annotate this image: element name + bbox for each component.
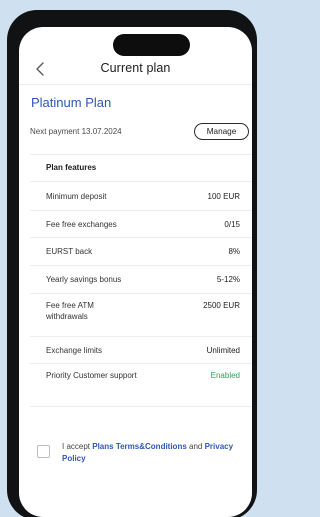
terms-conditions-link[interactable]: Plans Terms&Conditions — [92, 442, 187, 451]
dynamic-island — [113, 34, 190, 56]
app-header: Current plan — [19, 59, 252, 79]
feature-label: Fee free ATM withdrawals — [46, 301, 94, 321]
feature-value: 8% — [228, 247, 240, 256]
feature-row-minimum-deposit: Minimum deposit 100 EUR — [30, 182, 252, 211]
header-divider — [19, 84, 252, 85]
feature-row-exchange-limits: Exchange limits Unlimited — [30, 337, 252, 364]
terms-middle: and — [186, 442, 205, 451]
feature-value: 5-12% — [216, 275, 240, 284]
feature-row-eurst-back: EURST back 8% — [30, 238, 252, 266]
feature-label: Minimum deposit — [46, 192, 107, 201]
feature-value: 0/15 — [224, 220, 240, 229]
manage-button[interactable]: Manage — [194, 123, 249, 140]
terms-prefix: I accept — [62, 442, 93, 451]
phone-frame: Current plan Platinum Plan Next payment … — [7, 10, 257, 517]
feature-row-fee-free-atm: Fee free ATM withdrawals 2500 EUR — [30, 294, 252, 337]
terms-checkbox[interactable] — [37, 445, 50, 458]
app-screen: Current plan Platinum Plan Next payment … — [19, 27, 252, 517]
feature-value: 100 EUR — [207, 192, 240, 201]
feature-row-priority-support: Priority Customer support Enabled — [30, 364, 252, 407]
feature-row-fee-free-exchanges: Fee free exchanges 0/15 — [30, 211, 252, 238]
feature-value: Unlimited — [206, 346, 240, 355]
next-payment-text: Next payment 13.07.2024 — [30, 127, 122, 136]
page-title: Current plan — [100, 61, 171, 75]
feature-label: Exchange limits — [46, 346, 103, 355]
feature-row-yearly-savings-bonus: Yearly savings bonus 5-12% — [30, 266, 252, 294]
plan-features-heading: Plan features — [30, 154, 252, 182]
feature-value: 2500 EUR — [203, 301, 240, 310]
feature-label: Priority Customer support — [46, 371, 137, 380]
plan-features-table: Plan features Minimum deposit 100 EUR Fe… — [30, 154, 252, 407]
page-background: Current plan Platinum Plan Next payment … — [0, 0, 257, 517]
feature-label: Fee free exchanges — [46, 220, 117, 229]
feature-label: EURST back — [46, 247, 93, 256]
plan-name: Platinum Plan — [31, 95, 112, 110]
terms-text: I accept Plans Terms&Conditions and Priv… — [62, 441, 247, 465]
feature-status-enabled: Enabled — [210, 371, 240, 380]
feature-label: Yearly savings bonus — [46, 275, 122, 284]
